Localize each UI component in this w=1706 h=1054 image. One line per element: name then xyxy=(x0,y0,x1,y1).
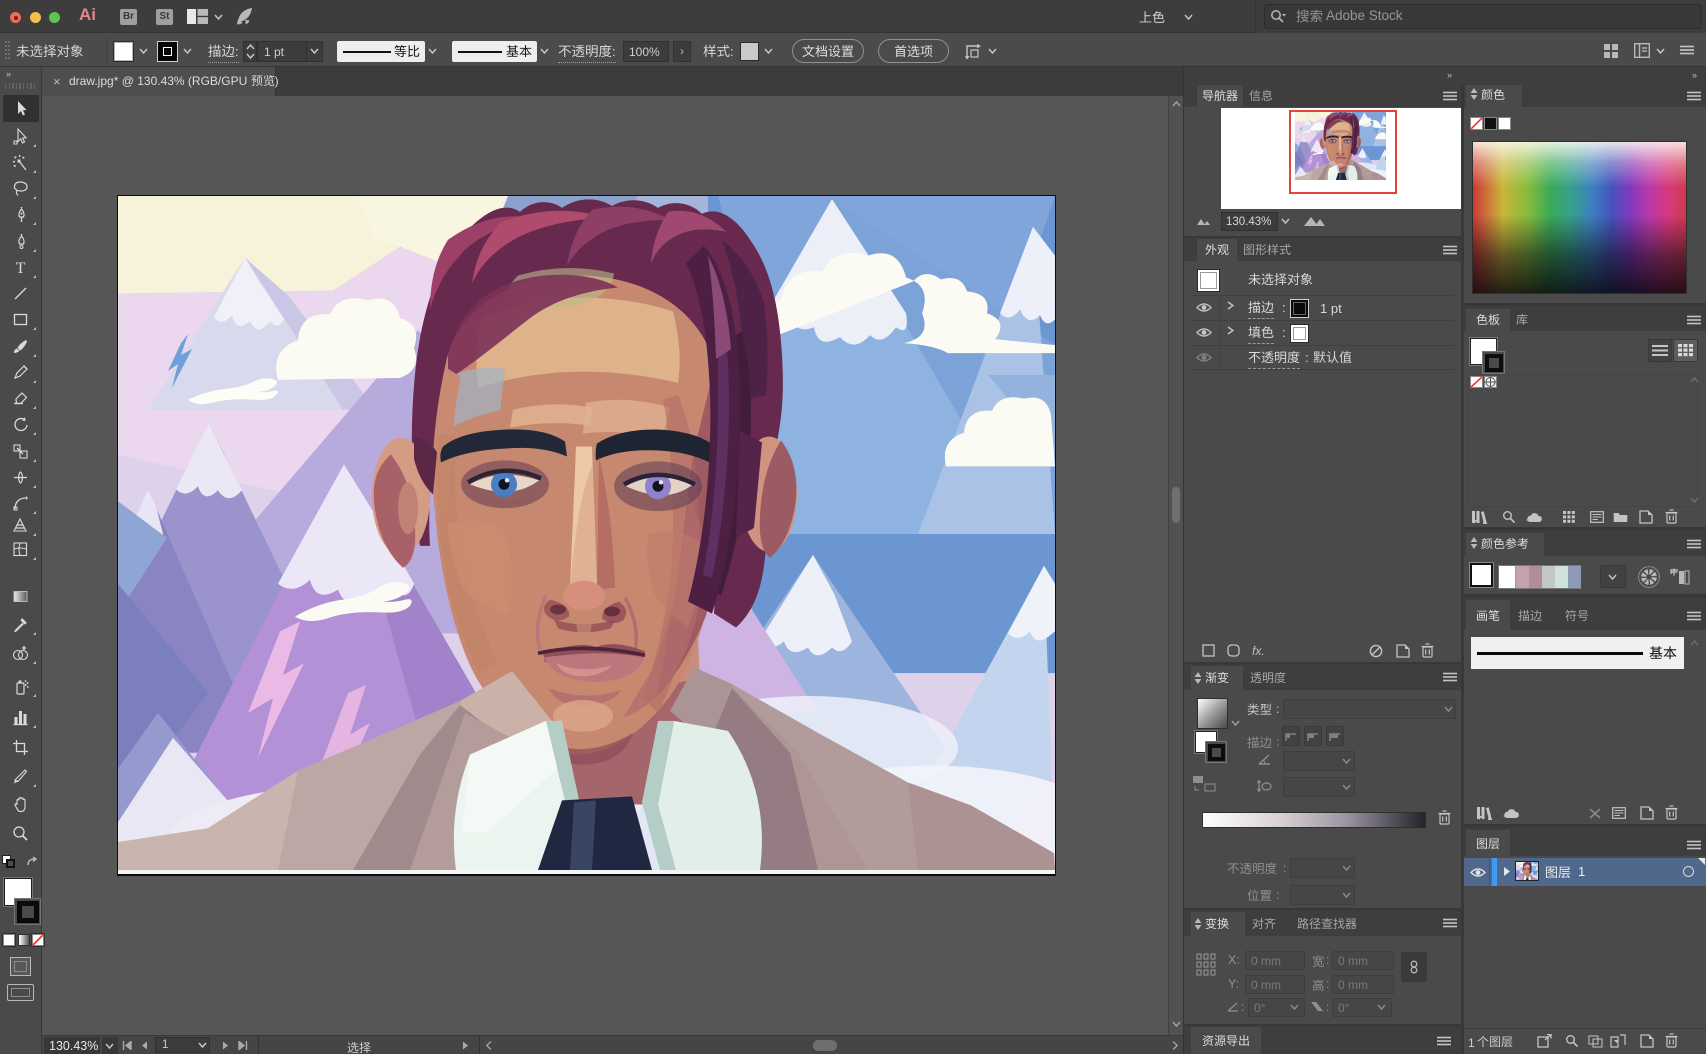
svg-text:T: T xyxy=(16,260,26,276)
